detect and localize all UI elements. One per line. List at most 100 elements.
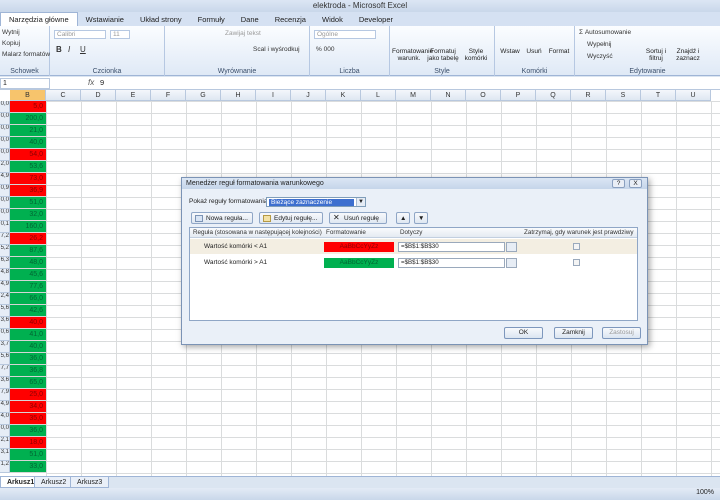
column-b-cell[interactable]: 36,0 (10, 353, 46, 365)
column-a-cell[interactable]: 4,9 (0, 401, 10, 413)
formula-input[interactable]: 9 (100, 78, 104, 88)
column-b-cell[interactable]: 51,0 (10, 197, 46, 209)
apply-button[interactable]: Zastosuj (602, 327, 641, 339)
copy-button[interactable]: Kopiuj (2, 40, 20, 47)
column-b-cell[interactable]: 26,2 (10, 233, 46, 245)
column-b-cell[interactable]: 41,0 (10, 329, 46, 341)
tab-formulas[interactable]: Formuły (190, 13, 233, 26)
column-a-cell[interactable]: 2,1 (0, 437, 10, 449)
column-a-cell[interactable]: 0,0 (0, 209, 10, 221)
tab-review[interactable]: Recenzja (267, 13, 314, 26)
column-a-cell[interactable]: 5,6 (0, 353, 10, 365)
column-a-cell[interactable]: 3,6 (0, 317, 10, 329)
tab-developer[interactable]: Developer (351, 13, 401, 26)
fill-button[interactable]: Wypełnij (587, 41, 612, 48)
wrap-text-button[interactable]: Zawijaj tekst (225, 30, 261, 37)
column-a-cell[interactable]: 0,0 (0, 197, 10, 209)
column-a-cell[interactable]: 4,0 (0, 413, 10, 425)
format-painter-button[interactable]: Malarz formatów (2, 51, 50, 58)
column-header[interactable]: N (431, 90, 466, 101)
stop-if-true-checkbox[interactable] (573, 259, 580, 266)
cut-button[interactable]: Wytnij (2, 29, 20, 36)
column-header[interactable]: P (501, 90, 536, 101)
sort-filter-button[interactable]: Sortuj i filtruj (641, 48, 671, 62)
column-b-cell[interactable]: 54,0 (10, 149, 46, 161)
format-as-table-button[interactable]: Formatuj jako tabelę (426, 48, 460, 62)
number-format-box[interactable]: Ogólne (314, 30, 376, 39)
tab-home[interactable]: Narzędzia główne (0, 12, 78, 26)
column-a-cell[interactable]: 0,0 (0, 125, 10, 137)
range-picker-icon[interactable] (506, 258, 517, 268)
rule-row[interactable]: Wartość komórki < A1 AaBbCcYyZz =$B$1:$B… (190, 239, 637, 254)
name-box[interactable]: 1 (0, 78, 50, 89)
column-a-cell[interactable]: 3,7 (0, 341, 10, 353)
column-b-cell[interactable]: 51,0 (10, 449, 46, 461)
column-a-cell[interactable]: 4,9 (0, 281, 10, 293)
italic-button[interactable]: I (68, 45, 70, 54)
column-a-cell[interactable]: 7,7 (0, 365, 10, 377)
zoom-level[interactable]: 100% (696, 489, 714, 496)
format-cells-button[interactable]: Format (547, 48, 571, 55)
help-icon[interactable]: ? (612, 179, 625, 188)
underline-button[interactable]: U (80, 45, 86, 54)
edit-rule-button[interactable]: Edytuj regułę... (259, 212, 323, 224)
column-header[interactable]: T (641, 90, 676, 101)
column-a-cell[interactable]: 0,9 (0, 185, 10, 197)
move-up-button[interactable]: ▲ (396, 212, 410, 224)
column-a-cell[interactable]: 0,6 (0, 329, 10, 341)
column-a-cell[interactable]: 4,8 (0, 269, 10, 281)
column-a-cell[interactable]: 2,4 (0, 293, 10, 305)
column-header[interactable]: S (606, 90, 641, 101)
column-a-cell[interactable]: 1,2 (0, 461, 10, 473)
find-select-button[interactable]: Znajdź i zaznacz (671, 48, 705, 62)
applies-to-input[interactable]: =$B$1:$B$30 (398, 258, 505, 268)
column-header[interactable]: M (396, 90, 431, 101)
chevron-down-icon[interactable]: ▼ (356, 198, 365, 206)
column-header[interactable]: R (571, 90, 606, 101)
column-b-cell[interactable]: 35,0 (10, 413, 46, 425)
font-name-box[interactable]: Calibri (54, 30, 106, 39)
ok-button[interactable]: OK (504, 327, 543, 339)
percent-button[interactable]: % 000 (316, 46, 334, 53)
applies-to-input[interactable]: =$B$1:$B$30 (398, 242, 505, 252)
tab-data[interactable]: Dane (233, 13, 267, 26)
delete-cells-button[interactable]: Usuń (523, 48, 545, 55)
column-b-cell[interactable]: 40,0 (10, 341, 46, 353)
column-b-cell[interactable]: 33,0 (10, 461, 46, 473)
column-header[interactable]: H (221, 90, 256, 101)
column-b-cell[interactable]: 21,0 (10, 125, 46, 137)
column-a-cell[interactable]: 0,0 (0, 149, 10, 161)
column-b-cell[interactable]: 42,6 (10, 305, 46, 317)
autosum-button[interactable]: Σ Autosumowanie (579, 29, 631, 36)
column-header[interactable]: J (291, 90, 326, 101)
column-b-cell[interactable]: 45,6 (10, 269, 46, 281)
column-b-cell[interactable]: 48,0 (10, 257, 46, 269)
move-down-button[interactable]: ▼ (414, 212, 428, 224)
sheet-tab-arkusz3[interactable]: Arkusz3 (70, 477, 110, 488)
merge-center-button[interactable]: Scal i wyśrodkuj (253, 46, 300, 53)
column-b-cell[interactable]: 40,0 (10, 137, 46, 149)
cell-styles-button[interactable]: Style komórki (460, 48, 492, 62)
column-a-cell[interactable]: 6,3 (0, 257, 10, 269)
column-header[interactable]: G (186, 90, 221, 101)
delete-rule-button[interactable]: ✕ Usuń regułę (329, 212, 387, 224)
column-b-cell[interactable]: 18,0 (10, 437, 46, 449)
column-a-cell[interactable]: 7,2 (0, 233, 10, 245)
column-b-cell[interactable]: 160,0 (10, 221, 46, 233)
clear-button[interactable]: Wyczyść (587, 53, 613, 60)
column-header[interactable]: I (256, 90, 291, 101)
conditional-format-button[interactable]: Formatowanie warunk. (392, 48, 433, 62)
column-header[interactable]: O (466, 90, 501, 101)
column-a-cell[interactable]: 4,9 (0, 173, 10, 185)
column-a-cell[interactable]: 0,0 (0, 137, 10, 149)
column-header[interactable]: L (361, 90, 396, 101)
column-header[interactable]: U (676, 90, 711, 101)
column-b-cell[interactable]: 87,6 (10, 245, 46, 257)
column-b-cell[interactable]: 25,0 (10, 389, 46, 401)
new-rule-button[interactable]: Nowa reguła... (191, 212, 253, 224)
column-a-cell[interactable]: 0,0 (0, 113, 10, 125)
column-b-cell[interactable]: 36,8 (10, 365, 46, 377)
column-b-cell[interactable]: 200,0 (10, 113, 46, 125)
stop-if-true-checkbox[interactable] (573, 243, 580, 250)
column-b-cell[interactable]: 53,6 (10, 161, 46, 173)
